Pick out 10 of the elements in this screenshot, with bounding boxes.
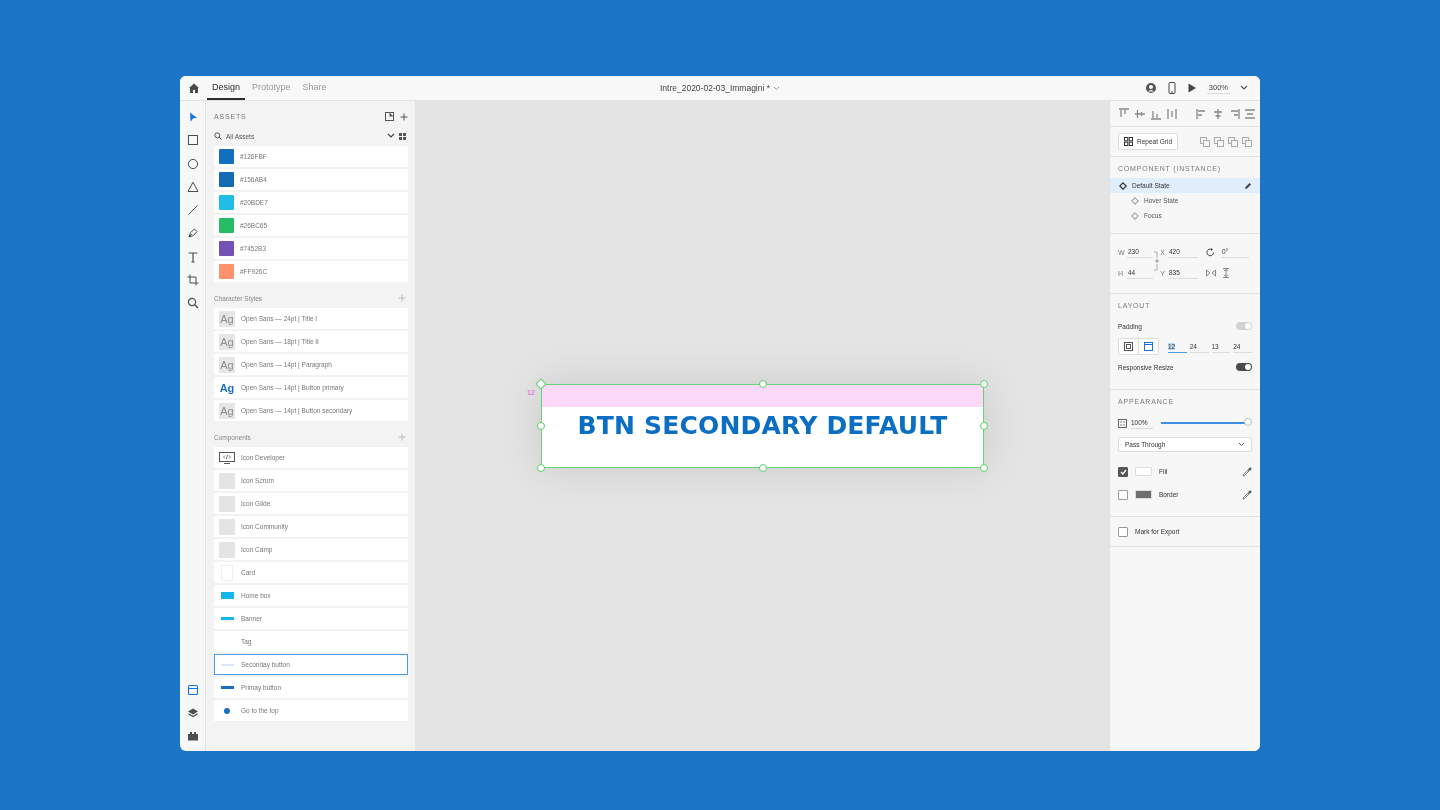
style-preview: Ag [219,310,235,327]
document-title[interactable]: Intre_2020-02-03_Immagini * [659,83,771,93]
style-preview: Ag [219,380,235,396]
style-preview: Ag [219,333,235,350]
button-label: BTN SECONDARY DEFAULT [576,410,949,442]
button-component[interactable]: BTN SECONDARY DEFAULT [541,384,984,468]
style-preview: Ag [219,402,235,419]
tab[interactable]: Share [297,76,332,100]
tab[interactable]: Prototype [247,76,296,100]
style-preview: Ag [219,356,235,373]
